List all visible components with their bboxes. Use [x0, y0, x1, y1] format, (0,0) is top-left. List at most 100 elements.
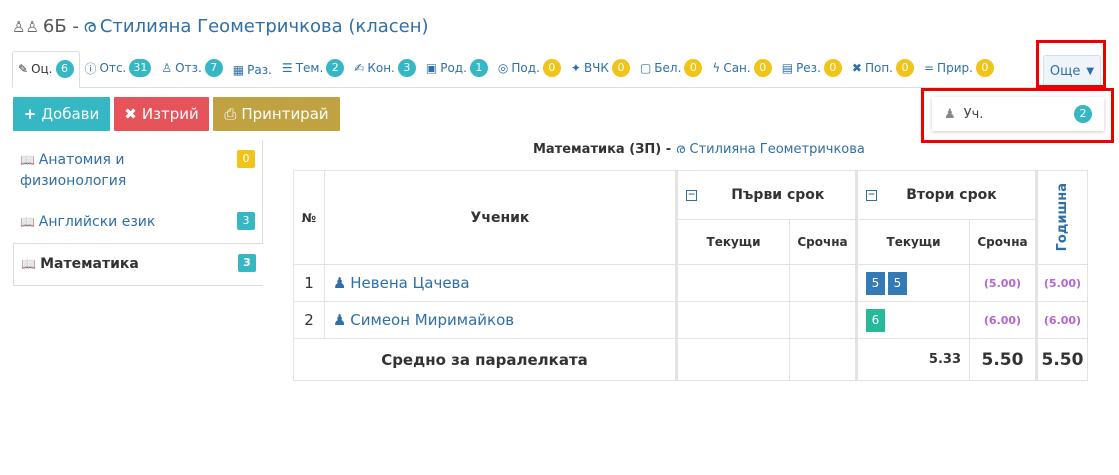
grade-badge[interactable]: 6	[866, 308, 885, 332]
tab-6[interactable]: ▣ Род. 1	[421, 59, 493, 87]
tab-icon: ▦	[232, 63, 245, 77]
tab-count-badge: 0	[823, 59, 842, 77]
highlight-box-dropdown	[921, 88, 1114, 143]
collapse-icon[interactable]: −	[686, 190, 697, 201]
tab-label: Род.	[440, 61, 467, 75]
col-student-header: Ученик	[324, 170, 677, 265]
term1-header[interactable]: − Първи срок	[675, 170, 857, 220]
tab-icon: ✍	[354, 61, 365, 75]
tab-11[interactable]: ▤ Рез. 0	[777, 59, 847, 87]
student-name-link[interactable]: Невена Цачева	[350, 274, 469, 292]
tab-label: Тем.	[295, 61, 324, 75]
subject-item[interactable]: 📖 Английски език 3	[13, 202, 263, 243]
tab-13[interactable]: = Прир. 0	[919, 59, 999, 87]
subject-count-badge: 3	[237, 212, 255, 230]
tab-5[interactable]: ✍ Кон. 3	[349, 59, 421, 87]
print-button[interactable]: ⎙ Принтирай	[213, 97, 340, 131]
annual-header: Годишна	[1035, 170, 1088, 265]
caption-teacher-link[interactable]: Стилияна Геометричкова	[690, 142, 865, 157]
subject-count-badge: 0	[237, 150, 255, 168]
tab-count-badge: 1	[469, 59, 488, 77]
tab-icon: ✦	[570, 61, 581, 75]
subjects-sidebar: 📖 Анатомия и физионология 0 📖 Английски ез…	[13, 140, 263, 286]
tab-icon: =	[923, 61, 935, 75]
tab-9[interactable]: ▢ Бел. 0	[635, 59, 707, 87]
subject-text: 📖 Математика	[21, 254, 221, 275]
tab-count-badge: 0	[753, 59, 772, 77]
subject-item[interactable]: 📖 Математика 3	[13, 243, 263, 286]
term2-label: Втори срок	[906, 187, 997, 203]
tab-4[interactable]: ☰ Тем. 2	[277, 59, 349, 87]
close-icon: ✖	[124, 105, 137, 123]
tab-count-badge: 2	[326, 59, 345, 77]
graduate-icon: ♟	[333, 311, 347, 329]
highlight-box-more	[1036, 40, 1106, 88]
table-row: 2 ♟ Симеон Миримайков 6 (6.00) (6.00)	[293, 301, 1088, 339]
t2-term-cell: (5.00)	[969, 264, 1037, 302]
subject-text: 📖 Анатомия и физионология	[20, 150, 220, 192]
tab-count-badge: 3	[397, 59, 416, 77]
tab-10[interactable]: ϟ Сан. 0	[707, 59, 776, 87]
tab-icon: ✖	[851, 61, 862, 75]
annual-cell: (6.00)	[1035, 301, 1088, 339]
tab-7[interactable]: ◎ Под. 0	[493, 59, 566, 87]
term2-header[interactable]: − Втори срок	[855, 170, 1037, 220]
tab-count-badge: 0	[611, 59, 630, 77]
tab-label: Поп.	[864, 61, 893, 75]
student-cell: ♟ Симеон Миримайков	[324, 301, 677, 339]
col-number-header: №	[293, 170, 325, 265]
printer-icon: ⎙	[224, 105, 237, 123]
book-icon: 📖	[20, 215, 39, 229]
tab-label: Прир.	[937, 61, 973, 75]
subject-text: 📖 Английски език	[20, 212, 220, 233]
tab-12[interactable]: ✖ Поп. 0	[847, 59, 919, 87]
delete-button[interactable]: ✖ Изтрий	[114, 97, 209, 131]
t2-term-value: (6.00)	[983, 314, 1022, 327]
student-cell: ♟ Невена Цачева	[324, 264, 677, 302]
table-caption: Математика (ЗП) - ര Стилияна Геометричко…	[533, 142, 865, 157]
tab-count-badge: 0	[895, 59, 914, 77]
average-row: Средно за паралелката 5.33 5.50 5.50	[293, 338, 1088, 381]
tab-label: Кон.	[367, 61, 395, 75]
term2-term-header: Срочна	[969, 219, 1037, 265]
t2-current-cell: 6	[855, 301, 970, 339]
tab-icon: ✎	[18, 62, 29, 76]
avg-t2-term: 5.50	[969, 338, 1037, 381]
print-button-label: Принтирай	[241, 105, 329, 123]
t2-term-cell: (6.00)	[969, 301, 1037, 339]
tab-0[interactable]: ✎ Оц. 6	[12, 51, 80, 88]
tab-count-badge: 0	[975, 59, 994, 77]
tab-3[interactable]: ▦ Раз.	[228, 63, 277, 87]
add-button[interactable]: + Добави	[13, 97, 110, 131]
tab-label: Сан.	[723, 61, 751, 75]
tab-icon: ◎	[497, 61, 509, 75]
tab-2[interactable]: ♙ Отз. 7	[156, 59, 227, 87]
grade-badge[interactable]: 5	[866, 271, 885, 295]
annual-value: (6.00)	[1043, 314, 1082, 327]
class-icon: ♙♙	[12, 17, 39, 36]
grades-table: № Ученик − Първи срок − Втори срок Годиш…	[293, 170, 1088, 381]
subject-item[interactable]: 📖 Анатомия и физионология 0	[13, 140, 263, 202]
class-label: 6Б -	[42, 16, 79, 37]
grade-badge[interactable]: 5	[888, 271, 907, 295]
page-title: ♙♙ 6Б - ര Стилияна Геометричкова (класен…	[12, 16, 429, 37]
tab-label: Рез.	[796, 61, 821, 75]
student-name-link[interactable]: Симеон Миримайков	[350, 311, 514, 329]
collapse-icon[interactable]: −	[866, 190, 877, 201]
tab-1[interactable]: ⓘ Отс. 31	[80, 59, 157, 87]
table-row: 1 ♟ Невена Цачева 55 (5.00) (5.00)	[293, 264, 1088, 302]
book-icon: 📖	[21, 257, 41, 271]
teacher-link[interactable]: Стилияна Геометричкова (класен)	[100, 16, 429, 37]
tab-icon: ▤	[781, 61, 794, 75]
average-label: Средно за паралелката	[293, 338, 677, 381]
tab-label: ВЧК	[583, 61, 609, 75]
t1-current-cell	[675, 301, 790, 339]
tab-icon: ☰	[281, 61, 293, 75]
subject-label: Математика	[40, 256, 139, 272]
tab-8[interactable]: ✦ ВЧК 0	[566, 59, 635, 87]
teacher-glasses-icon: ര	[675, 142, 685, 157]
tabs-bar: ✎ Оц. 6 ⓘ Отс. 31 ♙ Отз. 7 ▦ Раз. ☰ Тем. 2 ✍ Кон. 3 ▣ Род.…	[12, 50, 1104, 88]
add-button-label: Добави	[41, 105, 100, 123]
teacher-glasses-icon: ര	[82, 16, 96, 37]
tab-icon: ⓘ	[84, 61, 97, 76]
